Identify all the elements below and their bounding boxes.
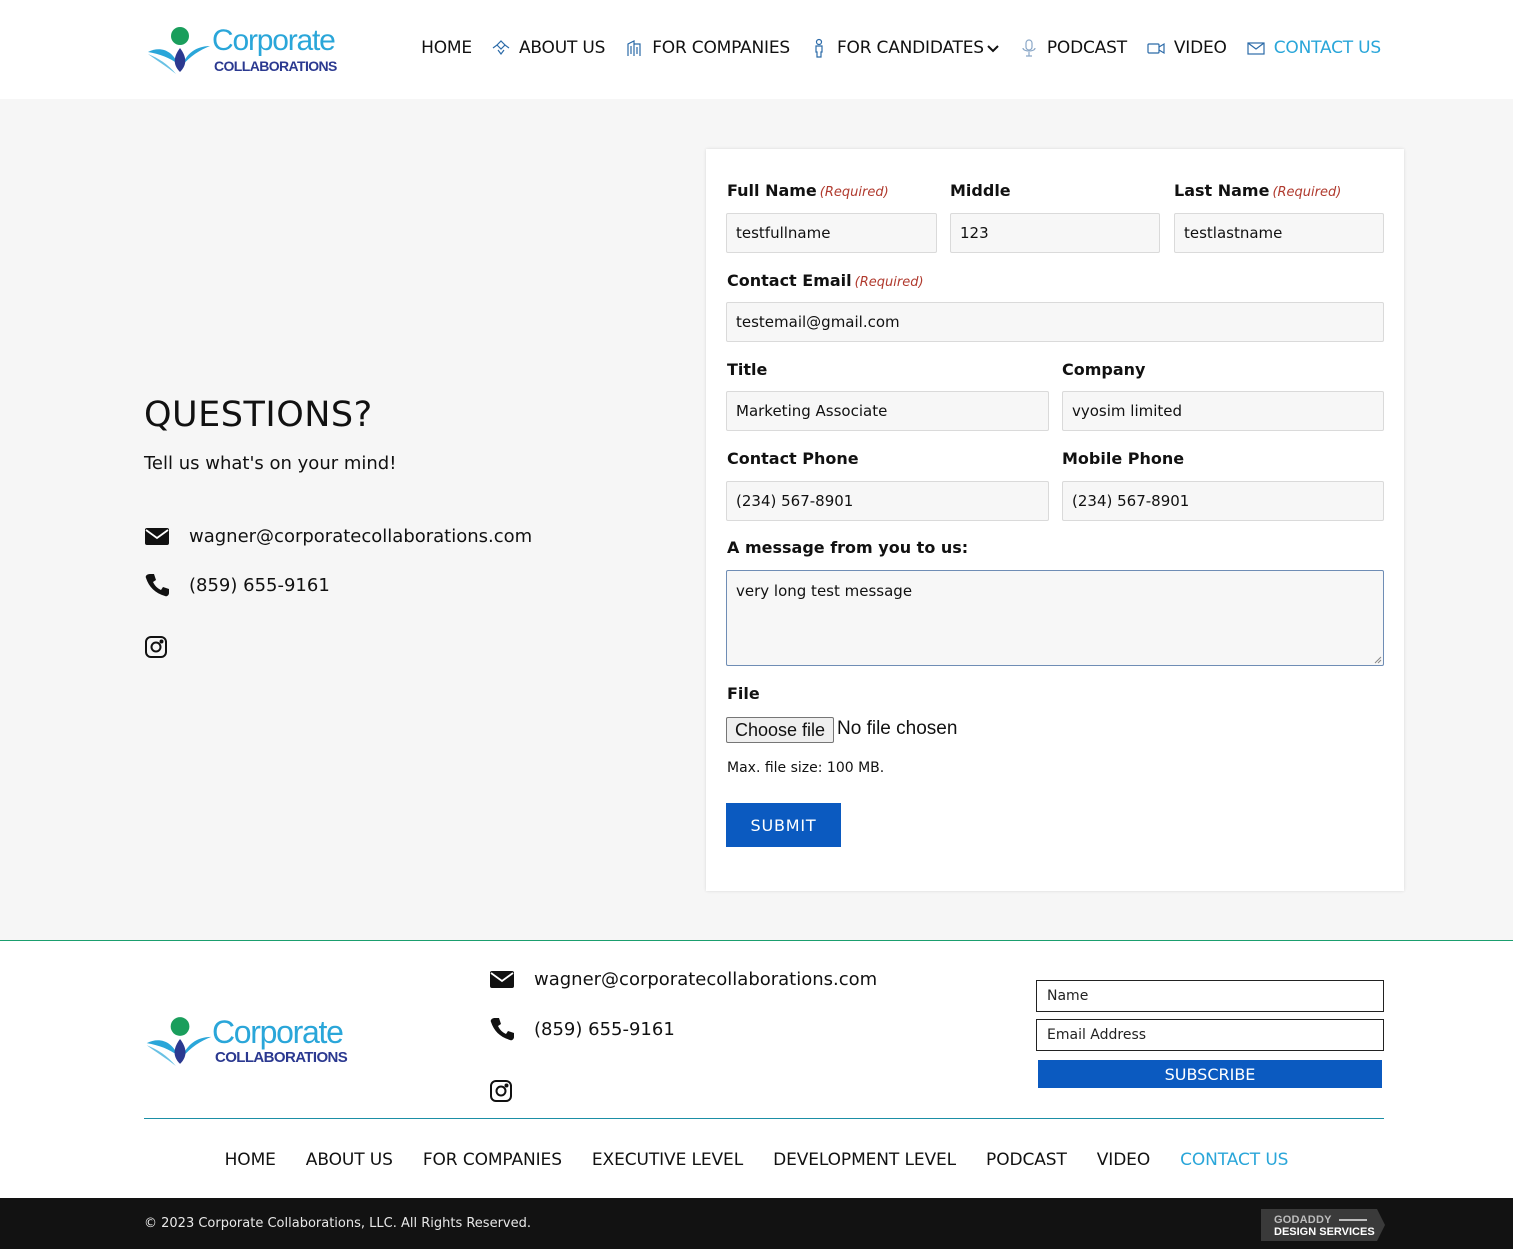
phone-icon <box>490 1018 514 1041</box>
last-name-label: Last Name (Required) <box>1174 181 1342 200</box>
phone-icon <box>145 574 169 597</box>
nav-podcast[interactable]: PODCAST <box>1019 38 1127 58</box>
footer-phone-text: (859) 655-9161 <box>534 1018 675 1040</box>
full-name-field[interactable]: testfullname <box>726 213 937 253</box>
email-field[interactable]: testemail@gmail.com <box>726 302 1384 342</box>
newsletter-email-input[interactable]: Email Address <box>1036 1019 1384 1051</box>
copyright-bar: © 2023 Corporate Collaborations, LLC. Al… <box>0 1198 1513 1249</box>
company-label: Company <box>1062 360 1146 379</box>
submit-button[interactable]: SUBMIT <box>726 803 841 847</box>
logo-mark-icon <box>148 27 210 74</box>
building-icon <box>624 38 644 58</box>
required-marker: (Required) <box>854 275 924 290</box>
resize-handle-icon[interactable] <box>1374 656 1382 664</box>
contact-email-label: Contact Email (Required) <box>727 271 924 290</box>
badge-line-2: DESIGN SERVICES <box>1274 1226 1375 1238</box>
instagram-icon[interactable] <box>489 1079 513 1103</box>
nav-for-candidates[interactable]: FOR CANDIDATES <box>809 38 1000 58</box>
contact-form: Full Name (Required) Middle Last Name (Req… <box>706 149 1404 891</box>
page-title: QUESTIONS? <box>144 395 373 435</box>
footer-email-text: wagner@corporatecollaborations.com <box>534 968 878 990</box>
main-nav: HOME ABOUT US FOR COMPANIES FOR CANDIDAT… <box>421 36 1381 60</box>
footer-nav: HOME ABOUT US FOR COMPANIES EXECUTIVE LE… <box>0 1150 1513 1170</box>
footer-logo[interactable]: Corporate COLLABORATIONS <box>144 1014 349 1068</box>
instagram-icon[interactable] <box>144 635 168 659</box>
footer-contact-email[interactable]: wagner@corporatecollaborations.com <box>489 966 877 992</box>
copyright-text: © 2023 Corporate Collaborations, LLC. Al… <box>144 1216 531 1231</box>
nav-about-us[interactable]: ABOUT US <box>491 38 605 58</box>
nav-for-companies-label: FOR COMPANIES <box>652 38 790 58</box>
nav-about-us-label: ABOUT US <box>518 38 606 58</box>
contact-phone[interactable]: (859) 655-9161 <box>144 572 330 598</box>
nav-contact-us-label: CONTACT US <box>1273 38 1381 58</box>
company-field[interactable]: vyosim limited <box>1062 391 1384 431</box>
required-marker: (Required) <box>1272 185 1342 200</box>
choose-file-button[interactable]: Choose file <box>726 717 835 743</box>
page-subtitle: Tell us what's on your mind! <box>144 453 397 474</box>
microphone-icon <box>1019 38 1039 58</box>
contact-email-text: wagner@corporatecollaborations.com <box>189 525 533 547</box>
contact-phone-label: Contact Phone <box>727 449 859 468</box>
mobile-phone-field[interactable]: (234) 567-8901 <box>1062 481 1384 521</box>
godaddy-badge[interactable]: GODADDY DESIGN SERVICES <box>1261 1209 1385 1241</box>
nav-for-companies[interactable]: FOR COMPANIES <box>624 38 790 58</box>
message-label: A message from you to us: <box>727 538 969 557</box>
full-name-label: Full Name (Required) <box>727 181 889 200</box>
footer-nav-for-companies[interactable]: FOR COMPANIES <box>423 1150 562 1170</box>
message-text: very long test message <box>736 582 913 600</box>
footer-nav-about-us[interactable]: ABOUT US <box>306 1150 393 1170</box>
logo-mark-icon <box>146 1017 212 1066</box>
chevron-down-icon[interactable] <box>986 41 1000 55</box>
brand-logo[interactable]: Corporate COLLABORATIONS <box>146 24 337 76</box>
contact-phone-field[interactable]: (234) 567-8901 <box>726 481 1049 521</box>
person-icon <box>809 38 829 58</box>
footer-nav-development-level[interactable]: DEVELOPMENT LEVEL <box>773 1150 956 1170</box>
handshake-icon <box>491 38 511 58</box>
file-label: File <box>727 684 760 703</box>
subscribe-button[interactable]: SUBSCRIBE <box>1038 1060 1382 1088</box>
nav-video-label: VIDEO <box>1173 38 1227 58</box>
footer-nav-executive-level[interactable]: EXECUTIVE LEVEL <box>592 1150 743 1170</box>
message-textarea[interactable]: very long test message <box>726 570 1384 666</box>
middle-label: Middle <box>950 181 1011 200</box>
contact-email[interactable]: wagner@corporatecollaborations.com <box>144 523 532 549</box>
video-camera-icon <box>1146 38 1166 58</box>
logo-word-collaborations: COLLABORATIONS <box>214 58 337 74</box>
newsletter-name-input[interactable]: Name <box>1036 980 1384 1012</box>
footer-nav-video[interactable]: VIDEO <box>1097 1150 1150 1170</box>
badge-line-1: GODADDY <box>1274 1214 1332 1226</box>
logo-word-collaborations: COLLABORATIONS <box>215 1049 348 1066</box>
footer-divider <box>144 1118 1384 1119</box>
contact-section: QUESTIONS? Tell us what's on your mind! … <box>0 99 1513 941</box>
logo-word-corporate: Corporate <box>212 1014 344 1050</box>
footer-nav-podcast[interactable]: PODCAST <box>986 1150 1067 1170</box>
nav-home-label: HOME <box>421 38 472 58</box>
middle-name-field[interactable]: 123 <box>950 213 1160 253</box>
max-file-size-note: Max. file size: 100 MB. <box>727 760 885 776</box>
site-header: Corporate COLLABORATIONS HOME ABOUT US F… <box>0 0 1513 99</box>
title-field[interactable]: Marketing Associate <box>726 391 1049 431</box>
title-label: Title <box>727 360 768 379</box>
footer-contact-phone[interactable]: (859) 655-9161 <box>489 1016 675 1042</box>
contact-phone-text: (859) 655-9161 <box>189 574 330 596</box>
nav-home[interactable]: HOME <box>421 38 472 58</box>
nav-video[interactable]: VIDEO <box>1146 38 1227 58</box>
last-name-field[interactable]: testlastname <box>1174 213 1384 253</box>
envelope-icon <box>1246 38 1266 58</box>
nav-for-candidates-label: FOR CANDIDATES <box>836 38 984 58</box>
footer-nav-contact-us[interactable]: CONTACT US <box>1180 1150 1288 1170</box>
logo-word-corporate: Corporate <box>212 24 336 57</box>
footer-nav-home[interactable]: HOME <box>225 1150 276 1170</box>
nav-contact-us[interactable]: CONTACT US <box>1246 38 1381 58</box>
mobile-phone-label: Mobile Phone <box>1062 449 1185 468</box>
envelope-icon <box>490 971 514 988</box>
site-footer: Corporate COLLABORATIONS wagner@corporat… <box>0 942 1513 1198</box>
envelope-icon <box>145 528 169 545</box>
nav-podcast-label: PODCAST <box>1046 38 1127 58</box>
file-status-text: No file chosen <box>837 718 958 739</box>
required-marker: (Required) <box>819 185 889 200</box>
